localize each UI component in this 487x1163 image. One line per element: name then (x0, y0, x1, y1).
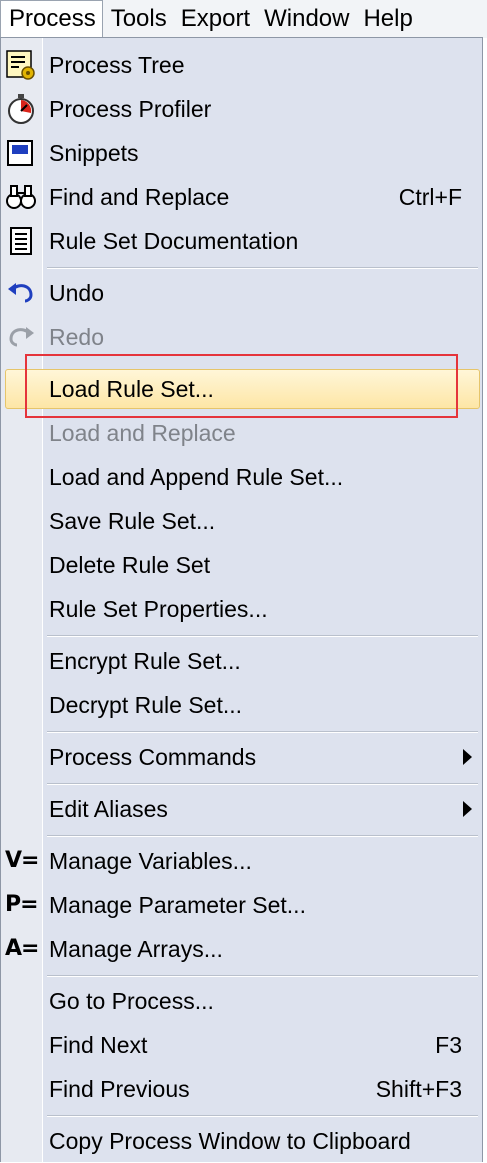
process-dropdown-menu: Process Tree Process Profiler Snippets F… (0, 37, 483, 1162)
submenu-arrow-icon (463, 749, 472, 765)
menu-help[interactable]: Help (355, 0, 418, 38)
menu-item-process-tree[interactable]: Process Tree (1, 43, 482, 87)
parameters-icon: P= (5, 892, 39, 917)
menu-item-label: Encrypt Rule Set... (49, 648, 241, 674)
menu-item-process-profiler[interactable]: Process Profiler (1, 87, 482, 131)
menu-item-copy-process-window[interactable]: Copy Process Window to Clipboard (1, 1119, 482, 1163)
menu-item-label: Find Next (49, 1032, 148, 1058)
menu-item-save-rule-set[interactable]: Save Rule Set... (1, 499, 482, 543)
menu-item-label: Find and Replace (49, 184, 230, 210)
menu-item-label: Load and Append Rule Set... (49, 464, 344, 490)
menu-separator (47, 635, 478, 637)
menu-item-label: Manage Arrays... (49, 936, 223, 962)
menu-item-label: Rule Set Properties... (49, 596, 268, 622)
menu-item-label: Process Commands (49, 744, 257, 770)
menu-item-find-previous[interactable]: Find Previous Shift+F3 (1, 1067, 482, 1111)
menu-item-label: Go to Process... (49, 988, 214, 1014)
stopwatch-icon (8, 94, 34, 124)
menu-item-label: Find Previous (49, 1076, 190, 1102)
menu-item-delete-rule-set[interactable]: Delete Rule Set (1, 543, 482, 587)
menu-item-go-to-process[interactable]: Go to Process... (1, 979, 482, 1023)
binoculars-icon (6, 185, 36, 209)
menu-separator (47, 731, 478, 733)
undo-icon (8, 283, 33, 303)
menu-item-find-replace[interactable]: Find and Replace Ctrl+F (1, 175, 482, 219)
menu-item-snippets[interactable]: Snippets (1, 131, 482, 175)
menu-item-decrypt-rule-set[interactable]: Decrypt Rule Set... (1, 683, 482, 727)
menu-item-find-next[interactable]: Find Next F3 (1, 1023, 482, 1067)
menu-item-label: Process Profiler (49, 96, 212, 122)
menu-item-label: Process Tree (49, 52, 185, 78)
menu-item-label: Edit Aliases (49, 796, 168, 822)
menu-item-load-and-append[interactable]: Load and Append Rule Set... (1, 455, 482, 499)
menu-item-load-rule-set[interactable]: Load Rule Set... (1, 367, 482, 411)
menu-item-label: Load and Replace (49, 420, 236, 446)
menu-item-label: Rule Set Documentation (49, 228, 299, 254)
menu-item-rule-set-properties[interactable]: Rule Set Properties... (1, 587, 482, 631)
arrays-icon: A= (5, 936, 39, 961)
menu-separator (47, 975, 478, 977)
shortcut-text: F3 (435, 1032, 462, 1058)
menu-item-manage-arrays[interactable]: A= Manage Arrays... (1, 927, 482, 971)
menu-item-manage-variables[interactable]: V= Manage Variables... (1, 839, 482, 883)
menu-item-label: Copy Process Window to Clipboard (49, 1128, 411, 1154)
menu-item-label: Delete Rule Set (49, 552, 211, 578)
menu-export[interactable]: Export (173, 0, 256, 38)
menu-item-label: Save Rule Set... (49, 508, 216, 534)
shortcut-text: Ctrl+F (398, 184, 462, 210)
menu-separator (47, 835, 478, 837)
redo-icon (9, 327, 34, 347)
shortcut-text: Shift+F3 (375, 1076, 462, 1102)
menu-separator (47, 1115, 478, 1117)
variables-icon: V= (5, 848, 39, 873)
menu-bar: Process Tools Export Window Help (0, 0, 487, 38)
menu-item-label: Decrypt Rule Set... (49, 692, 243, 718)
menu-item-undo[interactable]: Undo (1, 271, 482, 315)
document-icon (10, 227, 32, 255)
menu-item-load-and-replace[interactable]: Load and Replace (1, 411, 482, 455)
menu-separator (47, 267, 478, 269)
menu-separator (47, 783, 478, 785)
snippet-icon (7, 140, 33, 166)
menu-item-label: Load Rule Set... (49, 376, 214, 402)
menu-item-rule-set-documentation[interactable]: Rule Set Documentation (1, 219, 482, 263)
submenu-arrow-icon (463, 801, 472, 817)
menu-item-process-commands[interactable]: Process Commands (1, 735, 482, 779)
menu-item-edit-aliases[interactable]: Edit Aliases (1, 787, 482, 831)
menu-window[interactable]: Window (256, 0, 355, 38)
menu-process[interactable]: Process (0, 0, 103, 38)
menu-item-label: Manage Parameter Set... (49, 892, 306, 918)
menu-item-label: Undo (49, 280, 104, 306)
menu-item-redo[interactable]: Redo (1, 315, 482, 359)
menu-item-manage-parameter-set[interactable]: P= Manage Parameter Set... (1, 883, 482, 927)
menu-tools[interactable]: Tools (103, 0, 173, 38)
process-tree-icon (6, 50, 35, 80)
menu-item-label: Snippets (49, 140, 139, 166)
menu-item-encrypt-rule-set[interactable]: Encrypt Rule Set... (1, 639, 482, 683)
menu-item-label: Redo (49, 324, 104, 350)
menu-item-label: Manage Variables... (49, 848, 252, 874)
